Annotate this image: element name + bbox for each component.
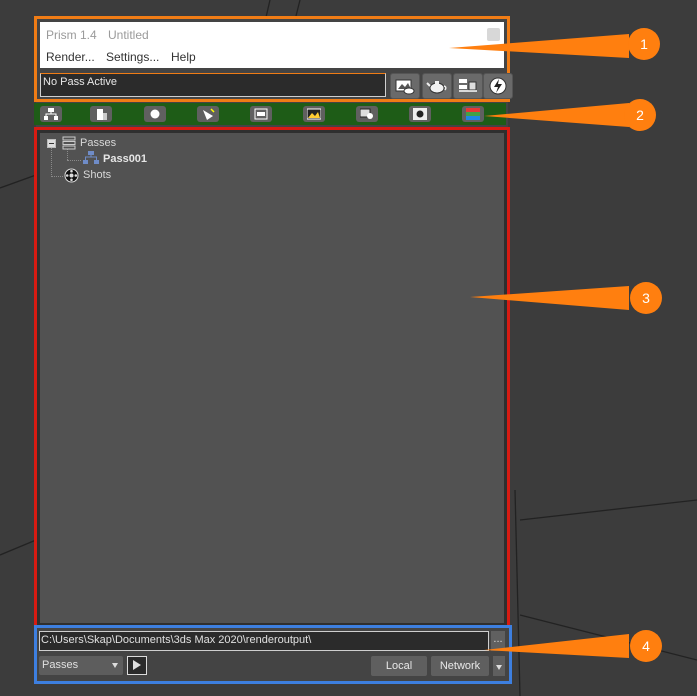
callout-3: 3 [630,282,662,314]
callout-1: 1 [628,28,660,60]
callout-pointers [449,34,629,658]
callout-2: 2 [624,99,656,131]
callout-4: 4 [630,630,662,662]
